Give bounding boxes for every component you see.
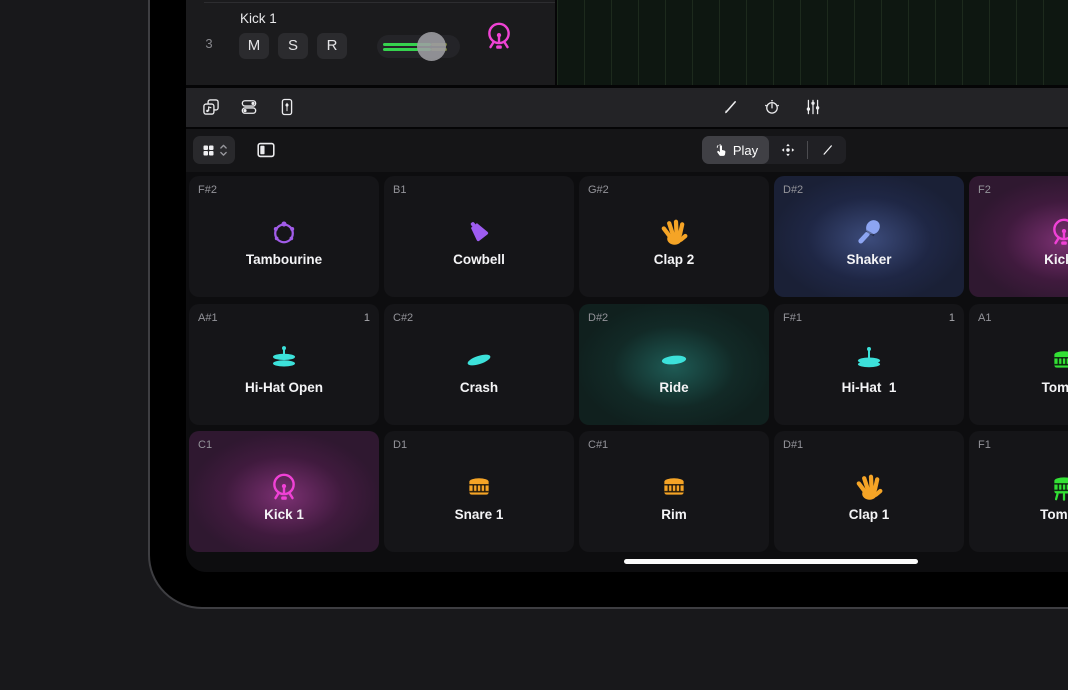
pad-note-label: A1 bbox=[978, 312, 991, 324]
move-arrows-icon[interactable] bbox=[780, 142, 796, 158]
track-name: Kick 1 bbox=[240, 11, 277, 26]
drum-pad-ride[interactable]: D#2 Ride bbox=[579, 304, 769, 425]
drum-pad-clap-2[interactable]: G#2 Clap 2 bbox=[579, 176, 769, 297]
tom-floor-icon bbox=[1047, 470, 1068, 504]
pad-note-label: D#2 bbox=[588, 312, 608, 324]
drum-pad-rim[interactable]: C#1 Rim bbox=[579, 431, 769, 552]
sidebar-toggle-icon[interactable] bbox=[255, 139, 277, 161]
hihat-open-icon bbox=[267, 343, 301, 377]
volume-knob[interactable] bbox=[417, 32, 446, 61]
pad-label: Cowbell bbox=[384, 252, 574, 267]
drum-pad-kick-2[interactable]: F2 Kick 2 bbox=[969, 176, 1068, 297]
snare-drum-icon bbox=[657, 470, 691, 504]
tom-drum-icon bbox=[1047, 343, 1068, 377]
pad-label: Clap 2 bbox=[579, 252, 769, 267]
pad-note-label: C#2 bbox=[393, 312, 413, 324]
drum-pad-tambourine[interactable]: F#2 Tambourine bbox=[189, 176, 379, 297]
shaker-icon bbox=[852, 215, 886, 249]
mute-button[interactable]: M bbox=[239, 33, 269, 59]
pad-label: Crash bbox=[384, 380, 574, 395]
drum-pad-kick-1[interactable]: C1 Kick 1 bbox=[189, 431, 379, 552]
timeline-grid[interactable] bbox=[555, 0, 1068, 85]
record-button[interactable]: R bbox=[317, 33, 347, 59]
pencil-icon[interactable] bbox=[721, 97, 741, 117]
drum-pad-cowbell[interactable]: B1 Cowbell bbox=[384, 176, 574, 297]
pad-label: Tambourine bbox=[189, 252, 379, 267]
pad-label: Tom Lo bbox=[969, 507, 1068, 522]
segment-divider bbox=[807, 141, 808, 159]
pad-note-label: G#2 bbox=[588, 184, 609, 196]
app-screen: 3 Kick 1 M S R bbox=[186, 0, 1068, 572]
pad-grid: F#2 Tambourine B1 Cowbell G#2 Clap 2 D#2 Shaker… bbox=[186, 172, 1068, 572]
drum-pad-tom-hi[interactable]: A1 Tom Hi bbox=[969, 304, 1068, 425]
pad-count-badge: 1 bbox=[949, 312, 955, 324]
pad-note-label: C#1 bbox=[588, 439, 608, 451]
pad-note-label: D#1 bbox=[783, 439, 803, 451]
pad-label: Ride bbox=[579, 380, 769, 395]
pad-label: Snare 1 bbox=[384, 507, 574, 522]
cowbell-icon bbox=[462, 215, 496, 249]
cymbal-ride-icon bbox=[657, 343, 691, 377]
play-mode-button[interactable]: Play bbox=[702, 136, 769, 164]
pad-label: Kick 2 bbox=[969, 252, 1068, 267]
pad-note-label: F2 bbox=[978, 184, 991, 196]
pad-note-label: C1 bbox=[198, 439, 212, 451]
drum-pad-hi-hat-open[interactable]: A#1 1 Hi-Hat Open bbox=[189, 304, 379, 425]
pad-label: Hi-Hat 1 bbox=[774, 380, 964, 395]
pad-label: Rim bbox=[579, 507, 769, 522]
pad-count-badge: 1 bbox=[364, 312, 370, 324]
kick-drum-icon bbox=[267, 470, 301, 504]
layout-picker-button[interactable] bbox=[193, 136, 235, 164]
pad-label: Clap 1 bbox=[774, 507, 964, 522]
pad-note-label: D1 bbox=[393, 439, 407, 451]
pad-note-label: B1 bbox=[393, 184, 406, 196]
control-bar bbox=[186, 88, 1068, 127]
tuner-icon[interactable] bbox=[762, 97, 782, 117]
drum-pad-tom-lo[interactable]: F1 Tom Lo bbox=[969, 431, 1068, 552]
track-row-divider bbox=[204, 2, 555, 3]
pad-label: Shaker bbox=[774, 252, 964, 267]
pad-note-label: D#2 bbox=[783, 184, 803, 196]
drum-pad-clap-1[interactable]: D#1 Clap 1 bbox=[774, 431, 964, 552]
fader-cell-icon[interactable] bbox=[277, 97, 297, 117]
horizontal-scrollbar[interactable] bbox=[624, 559, 918, 564]
track-number: 3 bbox=[186, 36, 232, 51]
drum-pad-shaker[interactable]: D#2 Shaker bbox=[774, 176, 964, 297]
loops-browser-icon[interactable] bbox=[201, 97, 221, 117]
view-bar: Play bbox=[186, 129, 1068, 172]
pad-note-label: A#1 bbox=[198, 312, 218, 324]
play-mode-label: Play bbox=[733, 143, 758, 158]
mode-segmented-control: Play bbox=[702, 136, 846, 164]
mixer-icon[interactable] bbox=[803, 97, 823, 117]
cymbal-crash-icon bbox=[462, 343, 496, 377]
pad-label: Hi-Hat Open bbox=[189, 380, 379, 395]
pencil-icon[interactable] bbox=[820, 142, 836, 158]
kick-drum-icon bbox=[1047, 215, 1068, 249]
smart-controls-icon[interactable] bbox=[239, 97, 259, 117]
pad-note-label: F#2 bbox=[198, 184, 217, 196]
kick-drum-icon bbox=[482, 19, 516, 53]
track-header-row: 3 Kick 1 M S R bbox=[186, 0, 1068, 85]
hand-clap-icon bbox=[657, 215, 691, 249]
chevron-up-down-icon bbox=[219, 142, 228, 159]
grid-view-icon bbox=[201, 143, 216, 158]
pad-label: Tom Hi bbox=[969, 380, 1068, 395]
pad-note-label: F#1 bbox=[783, 312, 802, 324]
drum-pad-snare-1[interactable]: D1 Snare 1 bbox=[384, 431, 574, 552]
track-volume-slider[interactable] bbox=[377, 35, 460, 58]
solo-button[interactable]: S bbox=[278, 33, 308, 59]
hihat-closed-icon bbox=[852, 343, 886, 377]
drum-pad-crash[interactable]: C#2 Crash bbox=[384, 304, 574, 425]
pad-note-label: F1 bbox=[978, 439, 991, 451]
drum-pad-hi-hat-1[interactable]: F#1 1 Hi-Hat 1 bbox=[774, 304, 964, 425]
snare-drum-icon bbox=[462, 470, 496, 504]
pad-label: Kick 1 bbox=[189, 507, 379, 522]
hand-clap-icon bbox=[852, 470, 886, 504]
hand-tap-icon bbox=[713, 143, 728, 158]
tambourine-icon bbox=[267, 215, 301, 249]
